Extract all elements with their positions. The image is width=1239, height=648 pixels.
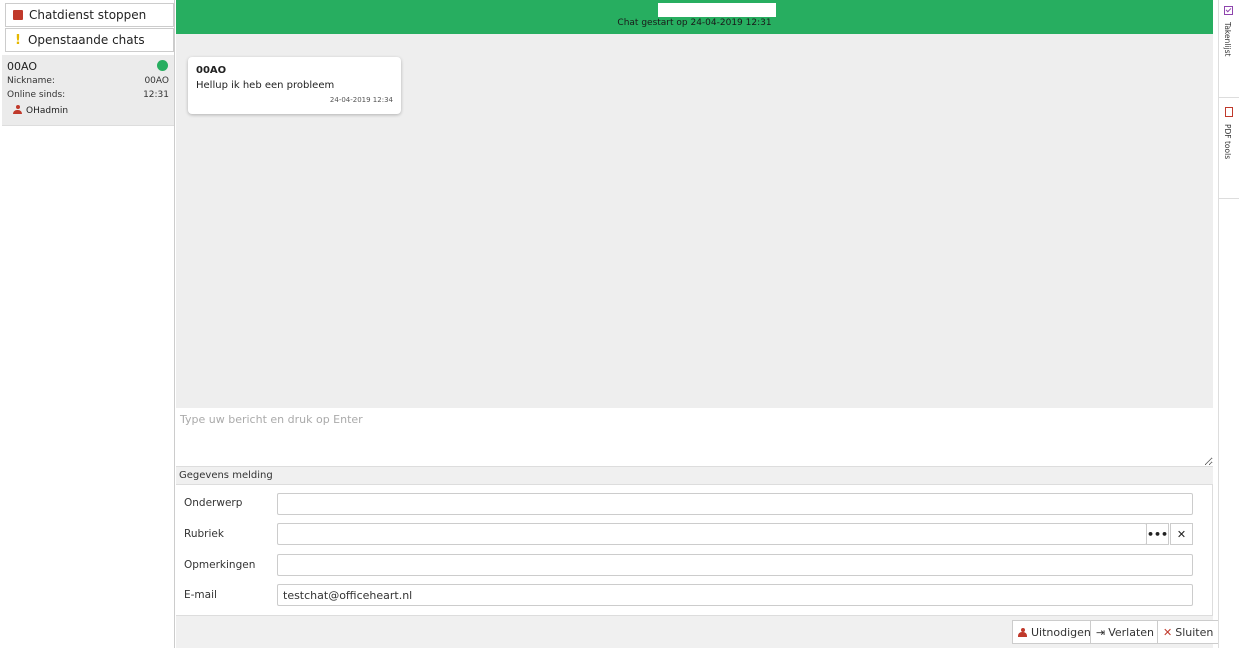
online-status-icon [157,60,168,71]
exit-icon: ⇥ [1096,625,1106,639]
user-icon [1018,627,1027,637]
leave-button[interactable]: ⇥ Verlaten [1090,620,1161,644]
online-since-value: 12:31 [143,90,169,100]
right-tool-strip: Takenlijst PDF tools [1218,0,1239,648]
pdf-icon [1225,107,1233,117]
subject-label: Onderwerp [184,497,243,509]
chat-session-item[interactable]: 00AO Nickname: 00AO Online sinds: 12:31 … [2,55,174,126]
category-clear-button[interactable]: ✕ [1170,523,1193,545]
message-sender: 00AO [196,65,227,76]
message-timestamp: 24-04-2019 12:34 [329,96,393,104]
remarks-field[interactable] [277,554,1193,576]
close-icon: ✕ [1163,625,1173,639]
pdf-tools-tab[interactable]: PDF tools [1219,97,1239,199]
close-label: Sluiten [1175,625,1214,639]
user-icon [13,105,22,114]
agent-name: OHadmin [26,106,69,116]
action-bar: Uitnodigen ⇥ Verlaten ✕ Sluiten [176,615,1220,648]
email-label: E-mail [184,589,217,601]
subject-field[interactable] [277,493,1193,515]
stop-chat-service-button[interactable]: Chatdienst stoppen [5,3,174,27]
online-since-row: Online sinds: 12:31 [7,90,169,100]
online-since-label: Online sinds: [7,90,66,100]
invite-label: Uitnodigen [1031,625,1091,639]
tasks-tab[interactable]: Takenlijst [1219,0,1239,98]
report-form: Onderwerp Rubriek ••• ✕ Opmerkingen E-ma… [176,485,1213,615]
session-agent: OHadmin [13,105,68,116]
message-text: Hellup ik heb een probleem [196,80,335,91]
checkbox-icon [1224,6,1233,15]
chat-sidebar: Chatdienst stoppen ! Openstaande chats 0… [0,0,175,648]
stop-chat-service-label: Chatdienst stoppen [29,8,147,22]
chat-messages-area: 00AO Hellup ik heb een probleem 24-04-20… [176,34,1213,408]
category-browse-button[interactable]: ••• [1146,523,1169,545]
close-button[interactable]: ✕ Sluiten [1157,620,1220,644]
redacted-block [658,3,776,17]
chat-message: 00AO Hellup ik heb een probleem 24-04-20… [188,57,401,114]
open-chats-button[interactable]: ! Openstaande chats [5,28,174,52]
leave-label: Verlaten [1108,625,1155,639]
chat-header: 00AO Chat gestart op 24-04-2019 12:31 [176,0,1213,34]
chat-started-text: Chat gestart op 24-04-2019 12:31 [617,18,772,28]
nickname-value: 00AO [144,76,169,86]
exclamation-icon: ! [15,32,21,48]
tasks-tab-label: Takenlijst [1223,22,1232,57]
pdf-tools-tab-label: PDF tools [1223,124,1232,160]
category-field[interactable] [277,523,1147,545]
remarks-label: Opmerkingen [184,559,256,571]
message-input[interactable] [176,408,1213,466]
session-name: 00AO [7,60,37,73]
nickname-row: Nickname: 00AO [7,76,169,86]
nickname-label: Nickname: [7,76,55,86]
open-chats-label: Openstaande chats [27,33,145,47]
email-field[interactable] [277,584,1193,606]
form-section-header: Gegevens melding [176,466,1213,485]
stop-icon [13,10,23,20]
invite-button[interactable]: Uitnodigen [1012,620,1097,644]
category-label: Rubriek [184,528,224,540]
